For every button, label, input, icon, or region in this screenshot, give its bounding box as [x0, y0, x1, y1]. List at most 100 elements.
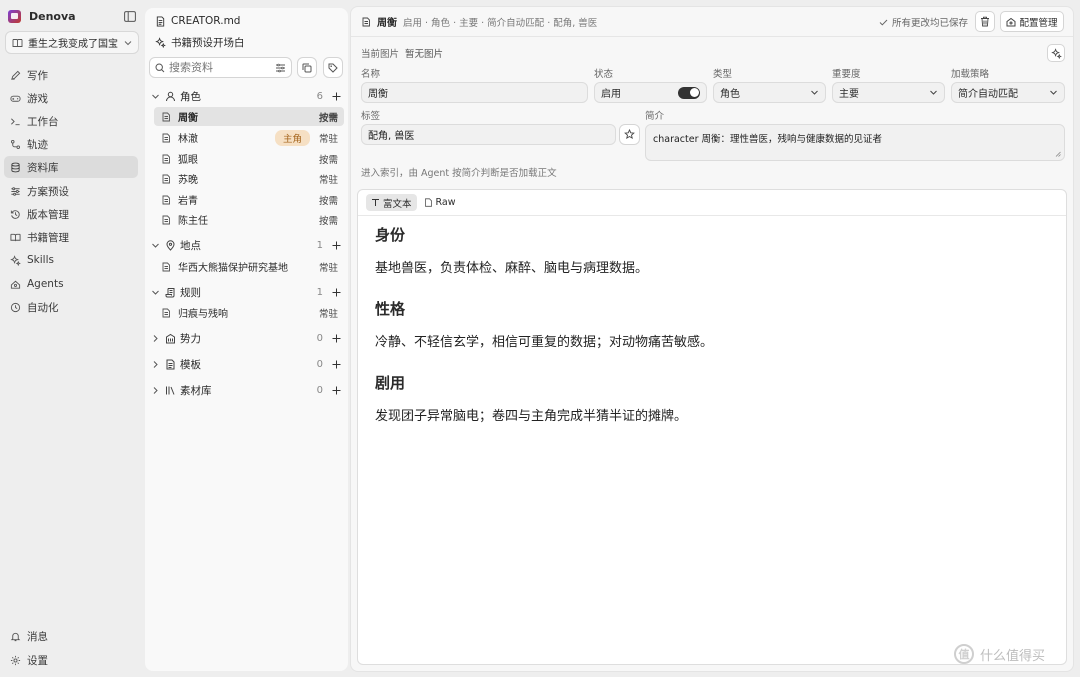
nav-item-automation[interactable]: 自动化	[4, 296, 138, 318]
book-selector[interactable]: 重生之我变成了国宝	[5, 31, 139, 54]
add-icon[interactable]	[331, 91, 342, 102]
summary-textarea[interactable]: character 周衡：理性兽医，残响与健康数据的见证者	[645, 124, 1065, 161]
nav-item-settings[interactable]: 设置	[4, 649, 138, 671]
tags-field[interactable]	[361, 124, 616, 145]
search-field[interactable]	[149, 57, 292, 78]
tree-entry[interactable]: 陈主任 按需	[154, 210, 344, 229]
group-materials[interactable]: 素材库 0	[151, 381, 344, 399]
nav-item-database[interactable]: 资料库	[4, 156, 138, 178]
editor-title: 周衡	[377, 18, 397, 29]
sidebar-toggle-icon[interactable]	[124, 10, 136, 22]
entry-name: 林澈	[178, 134, 198, 145]
tag-button[interactable]	[323, 57, 343, 78]
config-manage-button[interactable]: 配置管理	[1000, 11, 1064, 32]
tree-entry[interactable]: 周衡 按需	[154, 107, 344, 126]
protagonist-badge: 主角	[274, 129, 310, 146]
search-input[interactable]	[169, 61, 264, 74]
load-mode-badge: 按需	[318, 195, 338, 207]
creator-file-item[interactable]: CREATOR.md	[155, 13, 240, 29]
type-select[interactable]: 角色	[713, 82, 826, 103]
clock-icon	[10, 302, 21, 312]
book-preset-item[interactable]: 书籍预设开场白	[155, 34, 245, 50]
type-value: 角色	[720, 89, 740, 100]
nav-item-label: 轨迹	[27, 138, 48, 151]
tab-label: 富文本	[383, 198, 412, 210]
section-text: 发现团子异常脑电；卷四与主角完成半猜半证的摊牌。	[375, 409, 688, 424]
tab-rich-text[interactable]: 富文本	[366, 194, 417, 211]
group-locations[interactable]: 地点 1	[151, 236, 344, 254]
nav-item-label: 自动化	[27, 301, 59, 314]
load-mode-badge: 常驻	[318, 308, 338, 320]
add-icon[interactable]	[331, 333, 342, 344]
tree-entry[interactable]: 苏晚 常驻	[154, 169, 344, 188]
group-templates[interactable]: 模板 0	[151, 355, 344, 373]
group-rules[interactable]: 规则 1	[151, 283, 344, 301]
tree-entry[interactable]: 归痕与残响 常驻	[154, 303, 344, 322]
entry-name: 狐眼	[178, 155, 198, 166]
generate-image-button[interactable]	[1047, 44, 1065, 62]
content-editor[interactable]: 富文本 Raw 身份 基地兽医，负责体检、麻醉、脑电与病理数据。 性格 冷静、不…	[357, 189, 1067, 665]
check-icon	[879, 19, 888, 26]
add-icon[interactable]	[331, 240, 342, 251]
nav-item-skills[interactable]: Skills	[4, 249, 138, 271]
delete-button[interactable]	[975, 11, 995, 32]
nav-item-books[interactable]: 书籍管理	[4, 226, 138, 248]
group-characters[interactable]: 角色 6	[151, 87, 344, 105]
status-toggle-field[interactable]: 启用	[594, 82, 707, 103]
importance-label: 重要度	[832, 69, 861, 80]
nav-item-label: 游戏	[27, 92, 48, 105]
load-mode-badge: 常驻	[318, 174, 338, 186]
tree-entry[interactable]: 林澈 主角 常驻	[154, 128, 344, 147]
group-count: 0	[316, 384, 323, 396]
group-count: 1	[316, 286, 323, 298]
group-factions[interactable]: 势力 0	[151, 329, 344, 347]
config-icon	[1006, 17, 1016, 26]
nav-item-label: 资料库	[27, 161, 59, 174]
type-label: 类型	[713, 69, 733, 80]
importance-value: 主要	[839, 89, 859, 100]
document-icon	[162, 133, 170, 142]
status-label: 状态	[594, 69, 614, 80]
load-strategy-select[interactable]: 简介自动匹配	[951, 82, 1065, 103]
nav-item-write[interactable]: 写作	[4, 64, 138, 86]
building-icon	[166, 333, 175, 343]
nav-item-trace[interactable]: 轨迹	[4, 133, 138, 155]
document-icon	[162, 215, 170, 224]
nav-item-agents[interactable]: Agents	[4, 273, 138, 295]
copy-button[interactable]	[297, 57, 317, 78]
tab-label: Raw	[435, 197, 456, 208]
tree-entry[interactable]: 华西大熊猫保护研究基地 常驻	[154, 257, 344, 276]
book-open-icon	[10, 233, 21, 241]
tree-entry[interactable]: 岩青 按需	[154, 190, 344, 209]
nav-item-label: 设置	[27, 654, 48, 667]
filter-icon[interactable]	[275, 63, 286, 73]
name-input[interactable]	[368, 87, 581, 98]
gamepad-icon	[10, 95, 21, 102]
nav-item-presets[interactable]: 方案预设	[4, 180, 138, 202]
nav-item-versions[interactable]: 版本管理	[4, 203, 138, 225]
chevron-right-icon	[153, 334, 158, 342]
nav-item-game[interactable]: 游戏	[4, 87, 138, 109]
tags-input[interactable]	[368, 129, 609, 140]
chevron-down-icon	[124, 40, 132, 45]
resize-grip-icon[interactable]	[1055, 151, 1061, 157]
terminal-icon	[11, 117, 20, 125]
favorite-tag-button[interactable]	[619, 124, 640, 145]
load-mode-badge: 按需	[318, 215, 338, 227]
chevron-right-icon	[153, 360, 158, 368]
tree-entry[interactable]: 狐眼 按需	[154, 149, 344, 168]
add-icon[interactable]	[331, 385, 342, 396]
copy-icon	[302, 63, 312, 72]
book-selector-label: 重生之我变成了国宝	[28, 39, 118, 50]
current-image-label: 当前图片	[361, 49, 400, 60]
status-toggle[interactable]	[678, 86, 700, 99]
file-code-icon	[424, 198, 432, 207]
add-icon[interactable]	[331, 287, 342, 298]
tab-raw[interactable]: Raw	[419, 194, 461, 211]
name-field[interactable]	[361, 82, 588, 103]
importance-select[interactable]: 主要	[832, 82, 945, 103]
add-icon[interactable]	[331, 359, 342, 370]
document-body[interactable]: 身份 基地兽医，负责体检、麻醉、脑电与病理数据。 性格 冷静、不轻信玄学，相信可…	[375, 220, 1035, 446]
nav-item-workbench[interactable]: 工作台	[4, 110, 138, 132]
nav-item-messages[interactable]: 消息	[4, 625, 138, 647]
